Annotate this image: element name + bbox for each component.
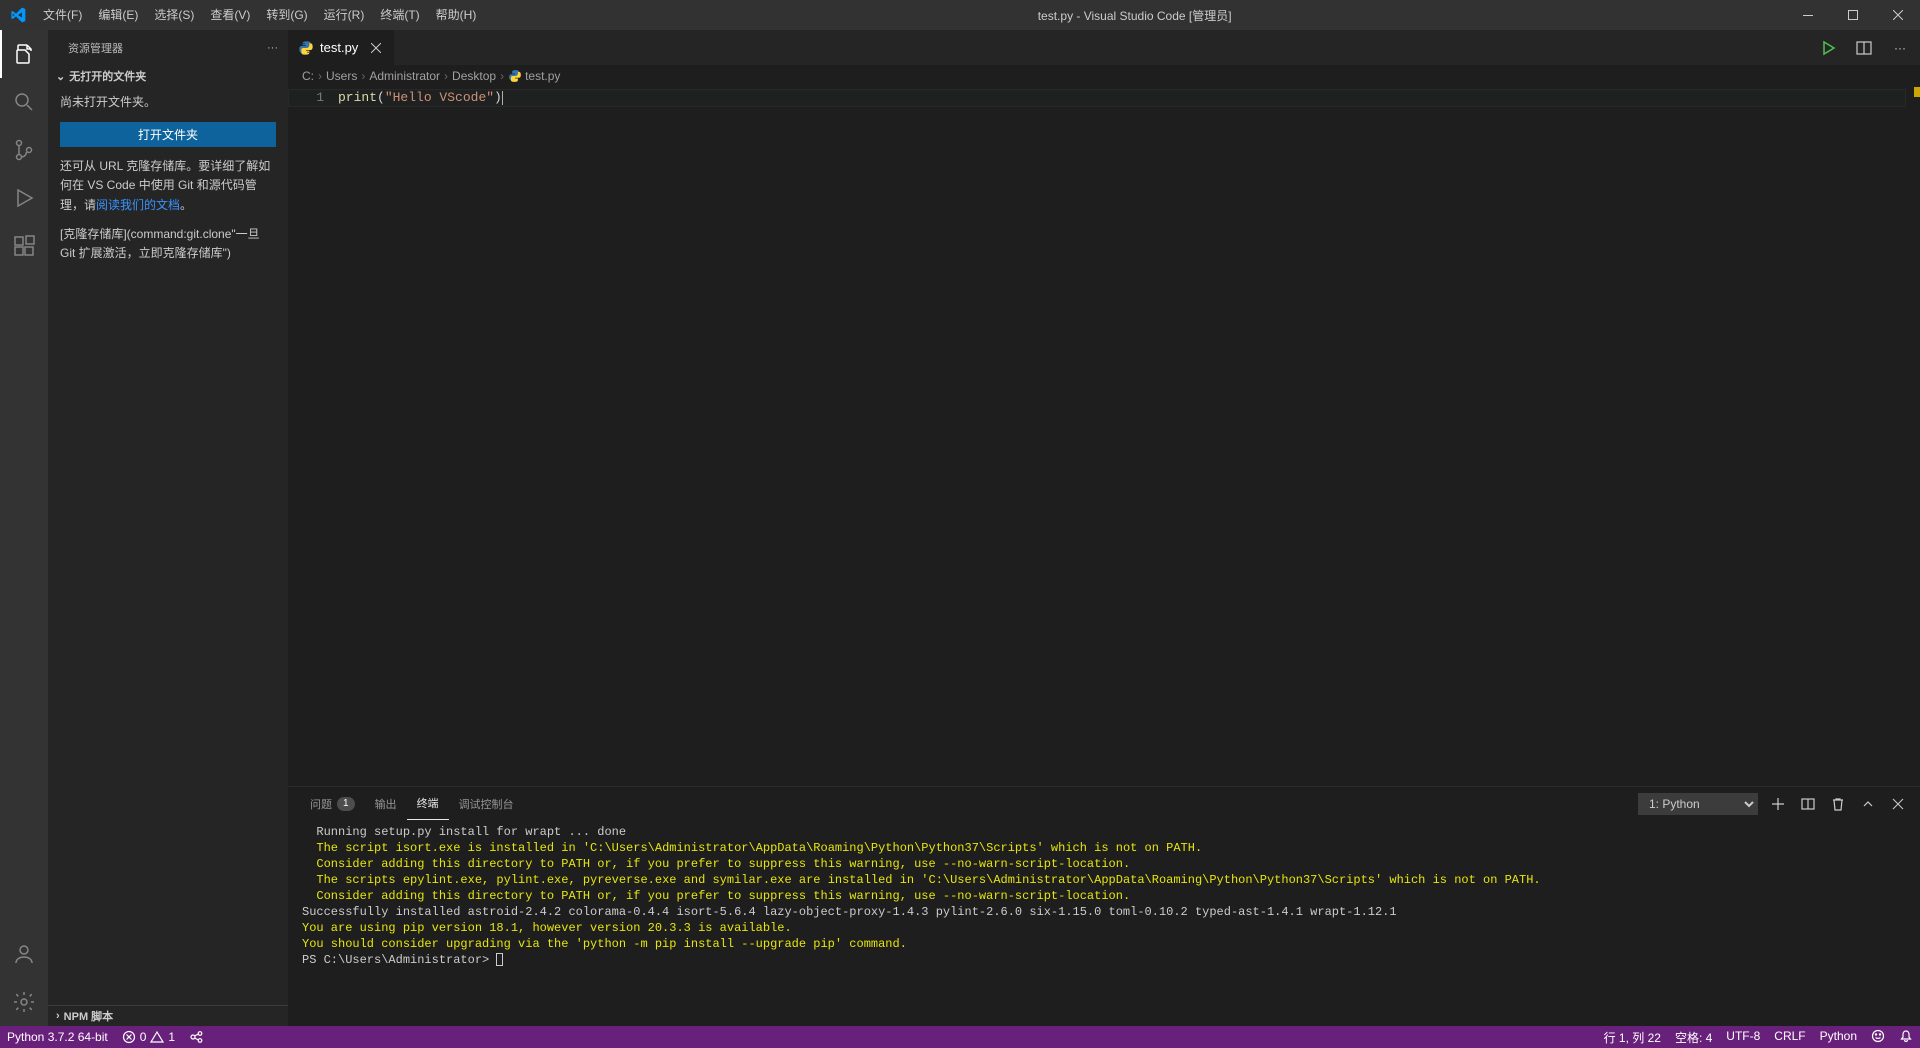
sidebar-text-clone: 还可从 URL 克隆存储库。要详细了解如何在 VS Code 中使用 Git 和…: [60, 157, 276, 215]
crumb-file[interactable]: test.py: [508, 69, 560, 83]
menu-help[interactable]: 帮助(H): [428, 0, 485, 30]
status-python-env[interactable]: Python 3.7.2 64-bit: [0, 1026, 115, 1048]
problems-badge: 1: [337, 797, 355, 811]
maximize-button[interactable]: [1830, 0, 1875, 30]
python-file-icon: [298, 40, 314, 56]
menu-selection[interactable]: 选择(S): [146, 0, 202, 30]
status-language[interactable]: Python: [1813, 1029, 1864, 1043]
panel-tabs: 问题1 输出 终端 调试控制台 1: Python: [288, 787, 1920, 820]
text-cursor: [502, 91, 503, 105]
menu-run[interactable]: 运行(R): [316, 0, 373, 30]
split-editor-icon[interactable]: [1850, 34, 1878, 62]
chevron-down-icon: ⌄: [56, 70, 65, 83]
crumb-desktop[interactable]: Desktop: [452, 69, 496, 83]
vscode-logo-icon: [0, 7, 35, 23]
panel-tab-debugconsole[interactable]: 调试控制台: [449, 787, 524, 820]
editor-area: test.py ··· C:› Users› Administrator› De…: [288, 30, 1920, 1026]
extensions-icon[interactable]: [0, 222, 48, 270]
tab-close-icon[interactable]: [368, 40, 384, 56]
code-editor[interactable]: 1 print("Hello VScode"): [288, 87, 1920, 786]
status-encoding[interactable]: UTF-8: [1719, 1029, 1767, 1043]
status-notifications-icon[interactable]: [1892, 1029, 1920, 1043]
breadcrumbs[interactable]: C:› Users› Administrator› Desktop› test.…: [288, 65, 1920, 87]
sidebar-text-nofolder: 尚未打开文件夹。: [60, 93, 276, 112]
tab-filename: test.py: [320, 40, 358, 55]
sidebar-explorer: 资源管理器 ··· ⌄ 无打开的文件夹 尚未打开文件夹。 打开文件夹 还可从 U…: [48, 30, 288, 1026]
maximize-panel-icon[interactable]: [1858, 794, 1878, 814]
new-terminal-icon[interactable]: [1768, 794, 1788, 814]
editor-tab-testpy[interactable]: test.py: [288, 30, 395, 65]
sidebar-header: 资源管理器 ···: [48, 30, 288, 65]
code-content[interactable]: print("Hello VScode"): [338, 87, 1920, 786]
statusbar: Python 3.7.2 64-bit 0 1 行 1, 列 22 空格: 4 …: [0, 1026, 1920, 1048]
sidebar-npm-section[interactable]: › NPM 脚本: [48, 1005, 288, 1026]
search-icon[interactable]: [0, 78, 48, 126]
terminal-output[interactable]: Running setup.py install for wrapt ... d…: [288, 820, 1920, 1026]
main-menu: 文件(F) 编辑(E) 选择(S) 查看(V) 转到(G) 运行(R) 终端(T…: [35, 0, 484, 30]
explorer-icon[interactable]: [0, 30, 48, 78]
sidebar-section-no-folder[interactable]: ⌄ 无打开的文件夹: [56, 65, 280, 87]
window-title: test.py - Visual Studio Code [管理员]: [484, 7, 1785, 24]
menu-edit[interactable]: 编辑(E): [90, 0, 146, 30]
run-file-icon[interactable]: [1814, 34, 1842, 62]
status-indentation[interactable]: 空格: 4: [1668, 1029, 1719, 1046]
more-editor-actions-icon[interactable]: ···: [1886, 34, 1914, 62]
more-actions-icon[interactable]: ···: [267, 42, 278, 54]
menu-terminal[interactable]: 终端(T): [372, 0, 427, 30]
open-folder-button[interactable]: 打开文件夹: [60, 122, 276, 147]
panel-tab-problems[interactable]: 问题1: [300, 787, 365, 820]
status-feedback-icon[interactable]: [1864, 1029, 1892, 1043]
read-docs-link[interactable]: 阅读我们的文档: [96, 198, 180, 212]
source-control-icon[interactable]: [0, 126, 48, 174]
window-controls: [1785, 0, 1920, 30]
close-button[interactable]: [1875, 0, 1920, 30]
activitybar: [0, 30, 48, 1026]
account-icon[interactable]: [0, 930, 48, 978]
status-problems[interactable]: 0 1: [115, 1026, 182, 1048]
terminal-select[interactable]: 1: Python: [1638, 793, 1758, 815]
crumb-c[interactable]: C:: [302, 69, 314, 83]
status-live-share-icon[interactable]: [182, 1026, 210, 1048]
run-debug-icon[interactable]: [0, 174, 48, 222]
panel-tab-terminal[interactable]: 终端: [407, 787, 449, 820]
overview-ruler[interactable]: [1906, 87, 1920, 786]
crumb-admin[interactable]: Administrator: [369, 69, 440, 83]
kill-terminal-icon[interactable]: [1828, 794, 1848, 814]
sidebar-title: 资源管理器: [68, 40, 123, 56]
status-eol[interactable]: CRLF: [1767, 1029, 1812, 1043]
bottom-panel: 问题1 输出 终端 调试控制台 1: Python Running setup.…: [288, 786, 1920, 1026]
npm-scripts-label: NPM 脚本: [64, 1008, 114, 1024]
panel-tab-output[interactable]: 输出: [365, 787, 407, 820]
line-gutter: 1: [288, 87, 338, 786]
close-panel-icon[interactable]: [1888, 794, 1908, 814]
settings-gear-icon[interactable]: [0, 978, 48, 1026]
chevron-right-icon: ›: [56, 1010, 60, 1022]
sidebar-text-clone-cmd: [克隆存储库](command:git.clone"一旦 Git 扩展激活，立即…: [60, 225, 276, 263]
titlebar: 文件(F) 编辑(E) 选择(S) 查看(V) 转到(G) 运行(R) 终端(T…: [0, 0, 1920, 30]
status-cursor-position[interactable]: 行 1, 列 22: [1597, 1029, 1668, 1046]
menu-file[interactable]: 文件(F): [35, 0, 90, 30]
split-terminal-icon[interactable]: [1798, 794, 1818, 814]
editor-tabs: test.py ···: [288, 30, 1920, 65]
menu-view[interactable]: 查看(V): [202, 0, 258, 30]
crumb-users[interactable]: Users: [326, 69, 357, 83]
menu-go[interactable]: 转到(G): [258, 0, 315, 30]
minimize-button[interactable]: [1785, 0, 1830, 30]
sidebar-section-title: 无打开的文件夹: [69, 68, 146, 84]
